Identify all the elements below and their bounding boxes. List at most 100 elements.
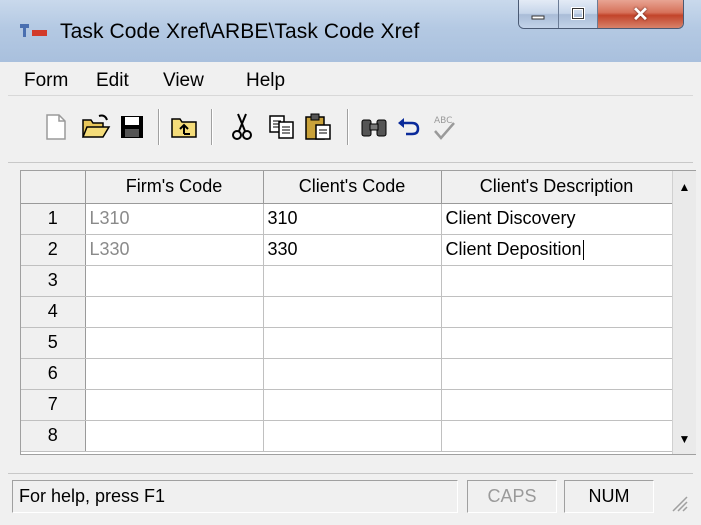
table-row: 6: [21, 358, 673, 390]
cut-button[interactable]: [226, 111, 258, 143]
close-icon: ✕: [632, 3, 649, 26]
caption-buttons: ✕: [518, 0, 684, 29]
client-code-cell[interactable]: 310: [263, 203, 442, 235]
spellcheck-icon: ABC: [434, 116, 455, 140]
arrow-down-icon: ▼: [678, 432, 691, 446]
row-header[interactable]: 4: [21, 296, 86, 328]
toolbar-separator: [158, 109, 160, 145]
row-header[interactable]: 7: [21, 389, 86, 421]
open-button[interactable]: [80, 111, 112, 143]
firm-code-cell[interactable]: L330: [85, 234, 264, 266]
client-code-cell[interactable]: [263, 296, 442, 328]
client-description-cell-editing[interactable]: Client Deposition: [441, 234, 673, 266]
open-folder-icon: [81, 114, 111, 138]
client-code-cell[interactable]: [263, 389, 442, 421]
copy-button[interactable]: [266, 111, 298, 143]
app-icon: [20, 24, 47, 37]
grid-header-row: Firm's Code Client's Code Client's Descr…: [21, 171, 673, 204]
menu-bar: Form Edit View Help: [8, 62, 693, 96]
client-description-cell[interactable]: [441, 327, 673, 359]
menu-help[interactable]: Help: [246, 70, 285, 92]
client-description-cell[interactable]: [441, 358, 673, 390]
spellcheck-button[interactable]: ABC: [428, 111, 460, 143]
find-button[interactable]: [358, 111, 390, 143]
corner-header[interactable]: [21, 171, 86, 204]
firm-code-cell[interactable]: [85, 420, 264, 452]
row-header[interactable]: 5: [21, 327, 86, 359]
paste-button[interactable]: [302, 111, 334, 143]
undo-arrow-icon: [398, 118, 420, 136]
resize-grip-icon[interactable]: [667, 491, 689, 513]
save-disk-icon: [121, 116, 143, 138]
up-folder-button[interactable]: [168, 111, 200, 143]
firm-code-cell[interactable]: L310: [85, 203, 264, 235]
table-row: 2 L330 330 Client Deposition: [21, 234, 673, 266]
toolbar-separator: [211, 109, 213, 145]
table-row: 5: [21, 327, 673, 359]
text-caret: [582, 240, 584, 261]
new-document-icon: [46, 114, 66, 140]
arrow-up-icon: ▲: [678, 180, 691, 194]
column-header-clients-description[interactable]: Client's Description: [441, 171, 673, 204]
minimize-icon: [531, 15, 545, 20]
status-bar: For help, press F1 CAPS NUM: [8, 473, 693, 517]
maximize-icon: [570, 7, 585, 20]
toolbar: ABC: [8, 97, 693, 163]
close-button[interactable]: ✕: [598, 0, 683, 28]
firm-code-cell[interactable]: [85, 296, 264, 328]
scroll-up-button[interactable]: ▲: [673, 175, 696, 199]
up-folder-icon: [171, 118, 197, 138]
column-header-firms-code[interactable]: Firm's Code: [85, 171, 264, 204]
grid-table: Firm's Code Client's Code Client's Descr…: [21, 171, 673, 452]
row-header[interactable]: 1: [21, 203, 86, 235]
menu-form[interactable]: Form: [24, 70, 68, 92]
cut-scissors-icon: [232, 113, 252, 140]
menu-view[interactable]: View: [163, 70, 204, 92]
table-row: 8: [21, 420, 673, 452]
row-header[interactable]: 3: [21, 265, 86, 297]
client-code-cell[interactable]: [263, 420, 442, 452]
table-row: 3: [21, 265, 673, 297]
firm-code-cell[interactable]: [85, 265, 264, 297]
column-header-clients-code[interactable]: Client's Code: [263, 171, 442, 204]
firm-code-cell[interactable]: [85, 327, 264, 359]
row-header[interactable]: 8: [21, 420, 86, 452]
table-row: 4: [21, 296, 673, 328]
vertical-scrollbar[interactable]: ▲ ▼: [672, 171, 696, 454]
firm-code-cell[interactable]: [85, 358, 264, 390]
paste-clipboard-icon: [305, 113, 331, 140]
find-binoculars-icon: [361, 119, 387, 137]
client-description-cell[interactable]: [441, 296, 673, 328]
maximize-button[interactable]: [558, 0, 599, 28]
app-window: Task Code Xref\ARBE\Task Code Xref ✕ For…: [0, 0, 701, 525]
client-description-cell[interactable]: [441, 389, 673, 421]
window-title: Task Code Xref\ARBE\Task Code Xref: [60, 20, 420, 43]
table-row: 7: [21, 389, 673, 421]
save-button[interactable]: [116, 111, 148, 143]
status-help-text: For help, press F1: [12, 480, 458, 513]
copy-icon: [269, 115, 294, 139]
cell-text: Client Deposition: [445, 238, 582, 259]
table-row: 1 L310 310 Client Discovery: [21, 203, 673, 235]
svg-text:ABC: ABC: [434, 116, 452, 126]
client-description-cell[interactable]: [441, 420, 673, 452]
client-code-cell[interactable]: 330: [263, 234, 442, 266]
firm-code-cell[interactable]: [85, 389, 264, 421]
minimize-button[interactable]: [519, 0, 559, 28]
undo-button[interactable]: [392, 111, 424, 143]
new-button[interactable]: [40, 111, 72, 143]
row-header[interactable]: 2: [21, 234, 86, 266]
client-description-cell[interactable]: [441, 265, 673, 297]
client-code-cell[interactable]: [263, 265, 442, 297]
task-code-grid: Firm's Code Client's Code Client's Descr…: [20, 170, 696, 455]
client-code-cell[interactable]: [263, 327, 442, 359]
scroll-down-button[interactable]: ▼: [673, 427, 696, 451]
menu-edit[interactable]: Edit: [96, 70, 129, 92]
title-bar[interactable]: Task Code Xref\ARBE\Task Code Xref ✕: [0, 0, 701, 62]
client-description-cell[interactable]: Client Discovery: [441, 203, 673, 235]
toolbar-separator: [347, 109, 349, 145]
status-num-indicator: NUM: [564, 480, 654, 513]
client-code-cell[interactable]: [263, 358, 442, 390]
row-header[interactable]: 6: [21, 358, 86, 390]
status-caps-indicator: CAPS: [467, 480, 557, 513]
